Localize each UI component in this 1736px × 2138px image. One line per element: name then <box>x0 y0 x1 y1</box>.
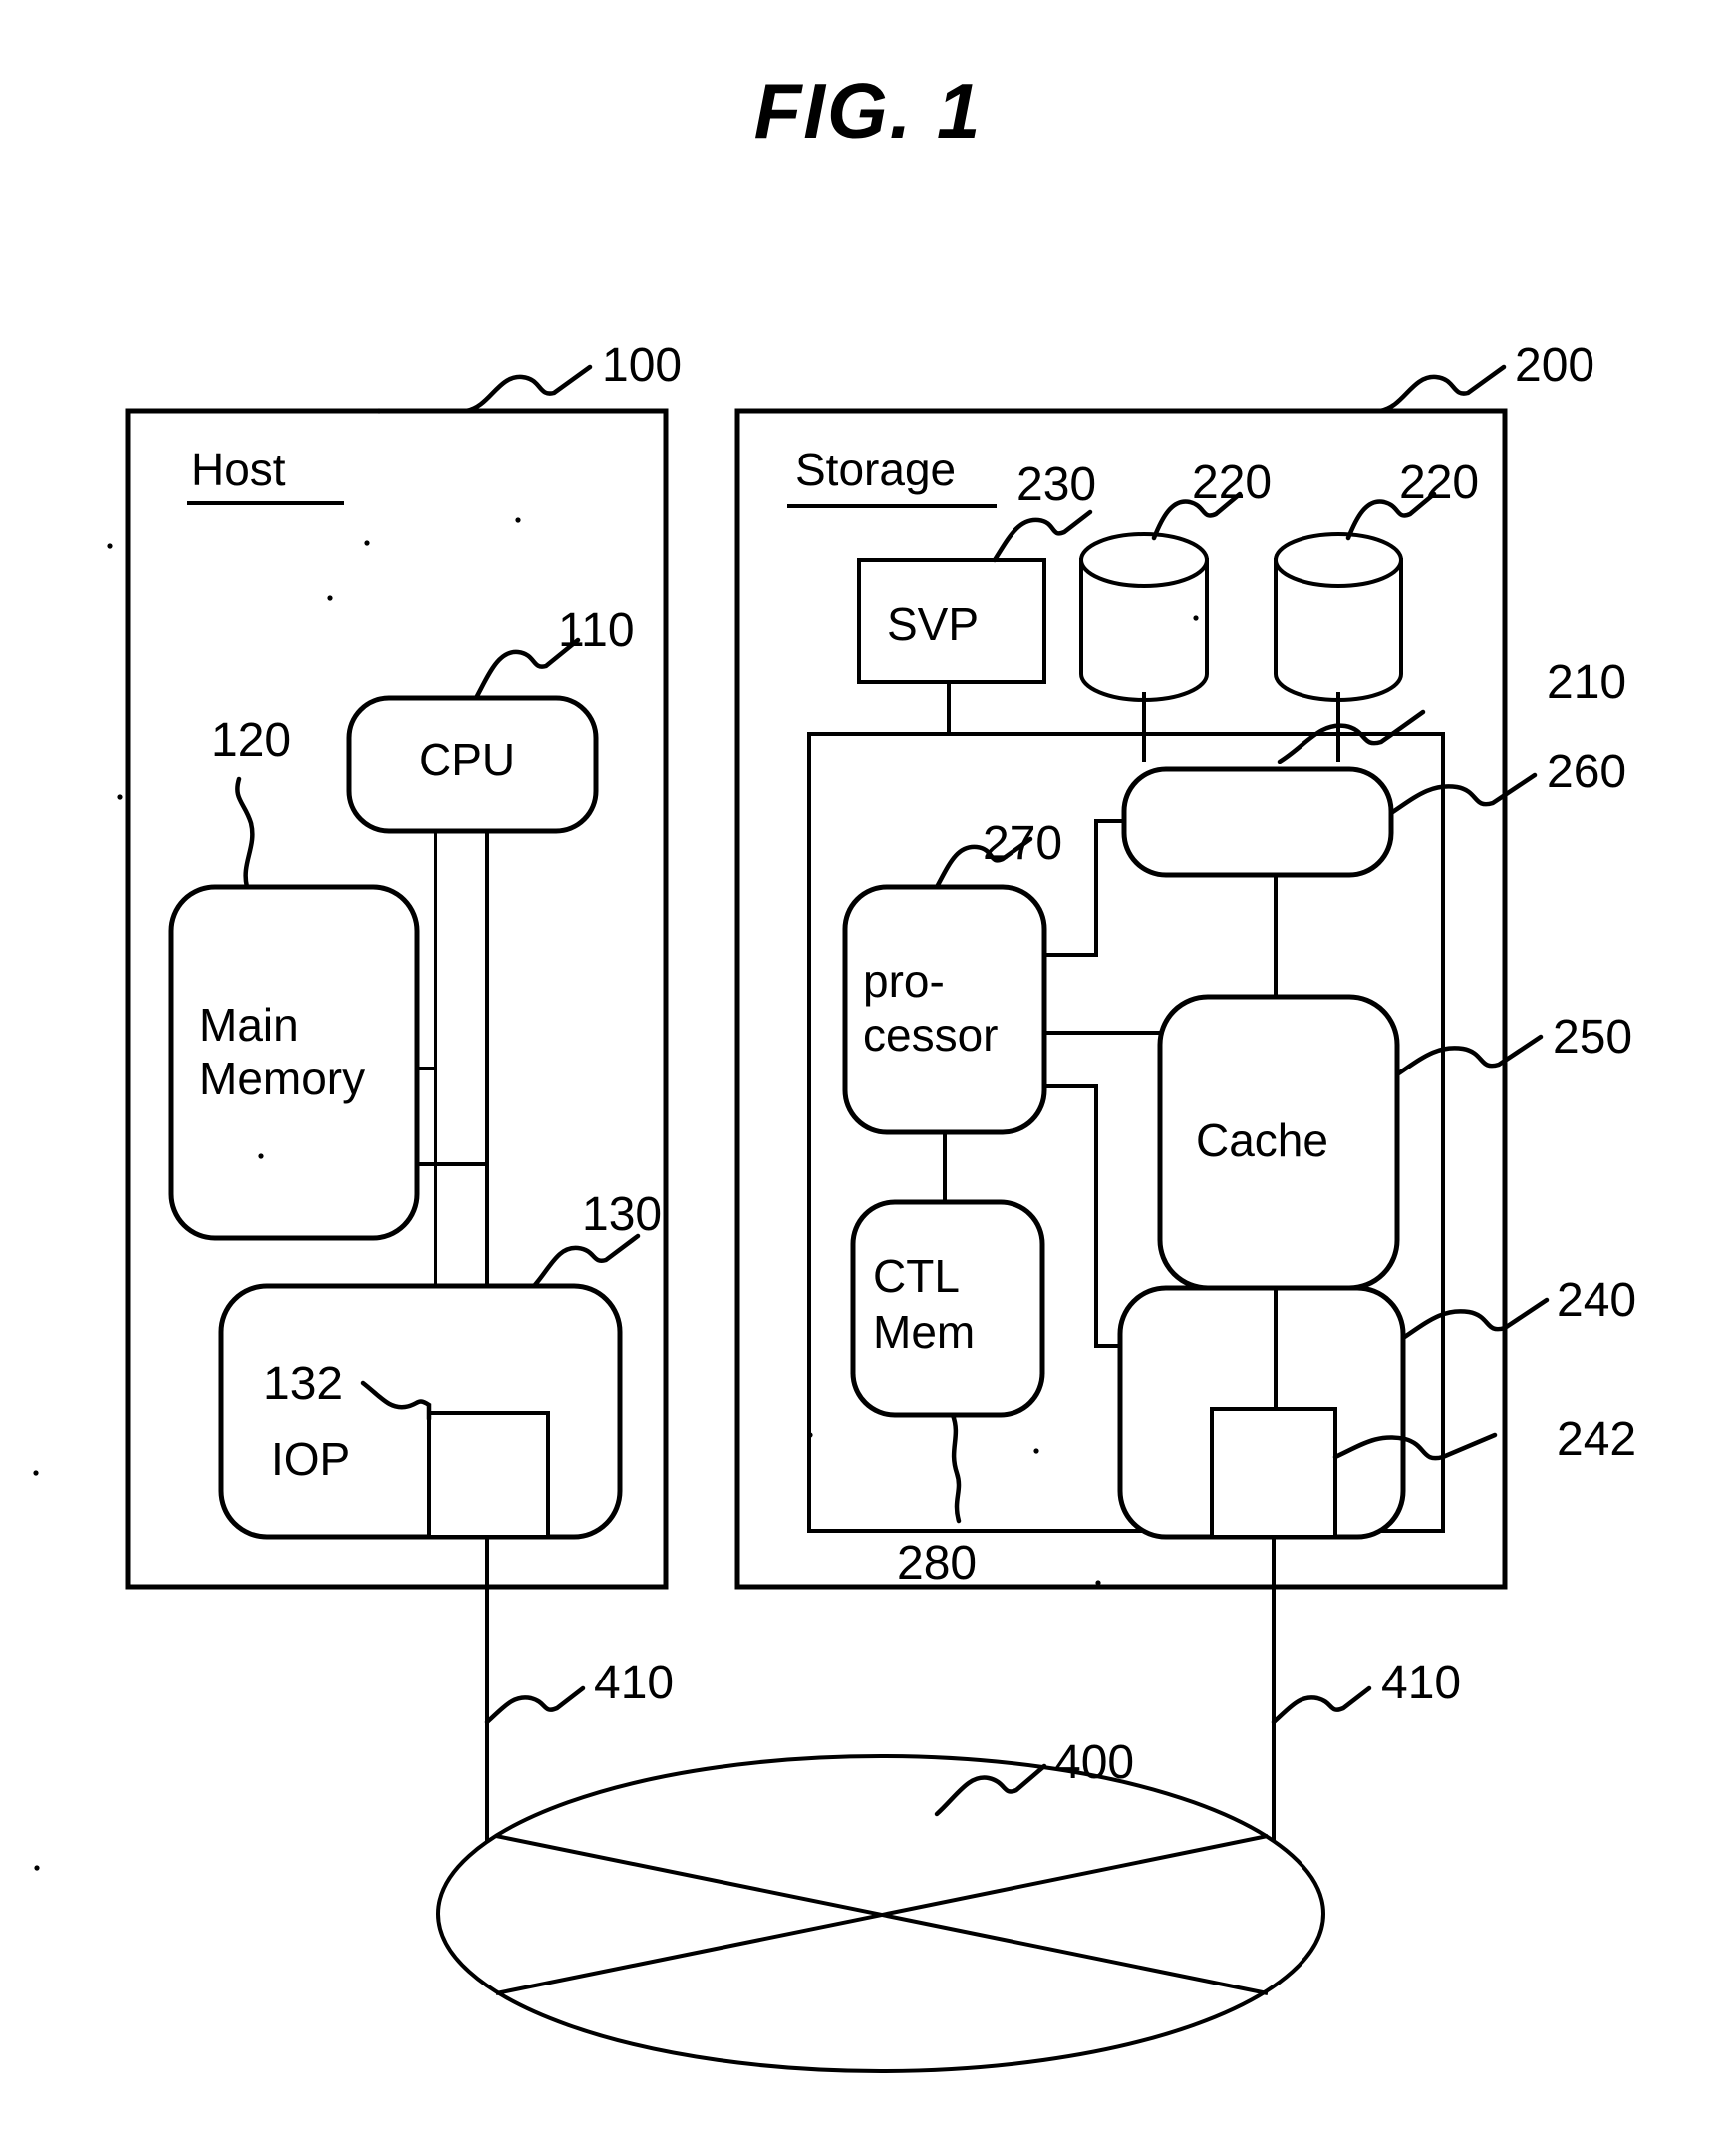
ctl-mem-ref-leader <box>950 1412 962 1524</box>
cpu-label: CPU <box>419 734 515 785</box>
main-memory-ref-number: 120 <box>211 714 291 766</box>
link-left-ref-number: 410 <box>594 1657 674 1709</box>
iop-ref-number: 130 <box>582 1188 662 1241</box>
ctl-mem-label-line1: CTL <box>873 1250 960 1302</box>
cache-ref-number: 250 <box>1553 1011 1632 1064</box>
storage-header-label: Storage <box>795 444 956 495</box>
cache-ref-leader <box>1394 1034 1544 1077</box>
link-left-ref-leader <box>484 1685 586 1725</box>
patent-diagram-canvas: Host 100 CPU 110 Main Memory 120 IOP 130… <box>33 339 1636 2073</box>
iop-port-box <box>427 1411 550 1539</box>
processor-label-line2: cessor <box>863 1009 998 1061</box>
storage-ref-leader <box>1377 364 1507 414</box>
scan-speck <box>376 408 382 414</box>
main-memory-ref-leader <box>235 776 255 890</box>
cache-label: Cache <box>1196 1114 1328 1166</box>
ctl-mem-ref-number: 280 <box>897 1537 977 1590</box>
disk-right-ref-number: 220 <box>1399 457 1479 509</box>
scan-speck <box>33 1470 39 1476</box>
scan-speck <box>1193 615 1199 621</box>
scan-speck <box>1095 1580 1101 1586</box>
scan-speck <box>107 543 113 549</box>
scan-speck <box>807 1432 813 1438</box>
disk-left-ref-number: 220 <box>1192 457 1272 509</box>
iop-label: IOP <box>271 1433 350 1485</box>
disk-adapter-ref-number: 260 <box>1547 746 1626 798</box>
svp-ref-leader <box>992 509 1093 563</box>
scan-speck <box>117 794 123 800</box>
figure-root: FIG. 1 Host 100 CPU 110 Main Memory 120 … <box>0 0 1736 2138</box>
disk-drive-right <box>1274 532 1403 702</box>
scan-speck <box>327 595 333 601</box>
processor-ref-number: 270 <box>983 817 1062 870</box>
disk-drive-left <box>1079 532 1209 702</box>
host-ref-leader <box>463 364 593 414</box>
link-right-ref-number: 410 <box>1381 1657 1461 1709</box>
channel-port-ref-number: 242 <box>1557 1413 1636 1466</box>
scan-speck <box>364 540 370 546</box>
scan-speck <box>515 517 521 523</box>
scan-speck <box>34 1865 40 1871</box>
host-ref-number: 100 <box>602 339 682 392</box>
main-memory-label-line2: Memory <box>199 1053 365 1104</box>
storage-ref-number: 200 <box>1515 339 1594 392</box>
processor-label-line1: pro- <box>863 955 945 1007</box>
main-memory-label-line1: Main <box>199 999 299 1051</box>
controller-ref-number: 210 <box>1547 656 1626 709</box>
svp-label: SVP <box>887 598 979 650</box>
channel-adapter-ref-leader <box>1400 1297 1550 1341</box>
svp-ref-number: 230 <box>1016 458 1096 511</box>
ctl-mem-label-line2: Mem <box>873 1306 975 1358</box>
cpu-ref-number: 110 <box>558 604 635 657</box>
link-right-ref-leader <box>1271 1685 1372 1725</box>
iop-box <box>218 1283 623 1540</box>
controller-ref-leader <box>1277 709 1426 764</box>
iop-port-ref-number: 132 <box>263 1358 343 1410</box>
channel-adapter-ref-number: 240 <box>1557 1274 1636 1327</box>
network-cloud <box>436 1754 1325 2073</box>
host-header-label: Host <box>191 444 286 495</box>
disk-adapter-ref-leader <box>1388 772 1538 816</box>
channel-port-box <box>1210 1407 1337 1539</box>
figure-title: FIG. 1 <box>753 67 983 154</box>
iop-ref-leader <box>531 1233 641 1289</box>
scan-speck <box>258 1153 264 1159</box>
scan-speck <box>1033 1448 1039 1454</box>
network-cloud-ref-number: 400 <box>1054 1736 1134 1789</box>
disk-adapter-box <box>1121 766 1394 878</box>
